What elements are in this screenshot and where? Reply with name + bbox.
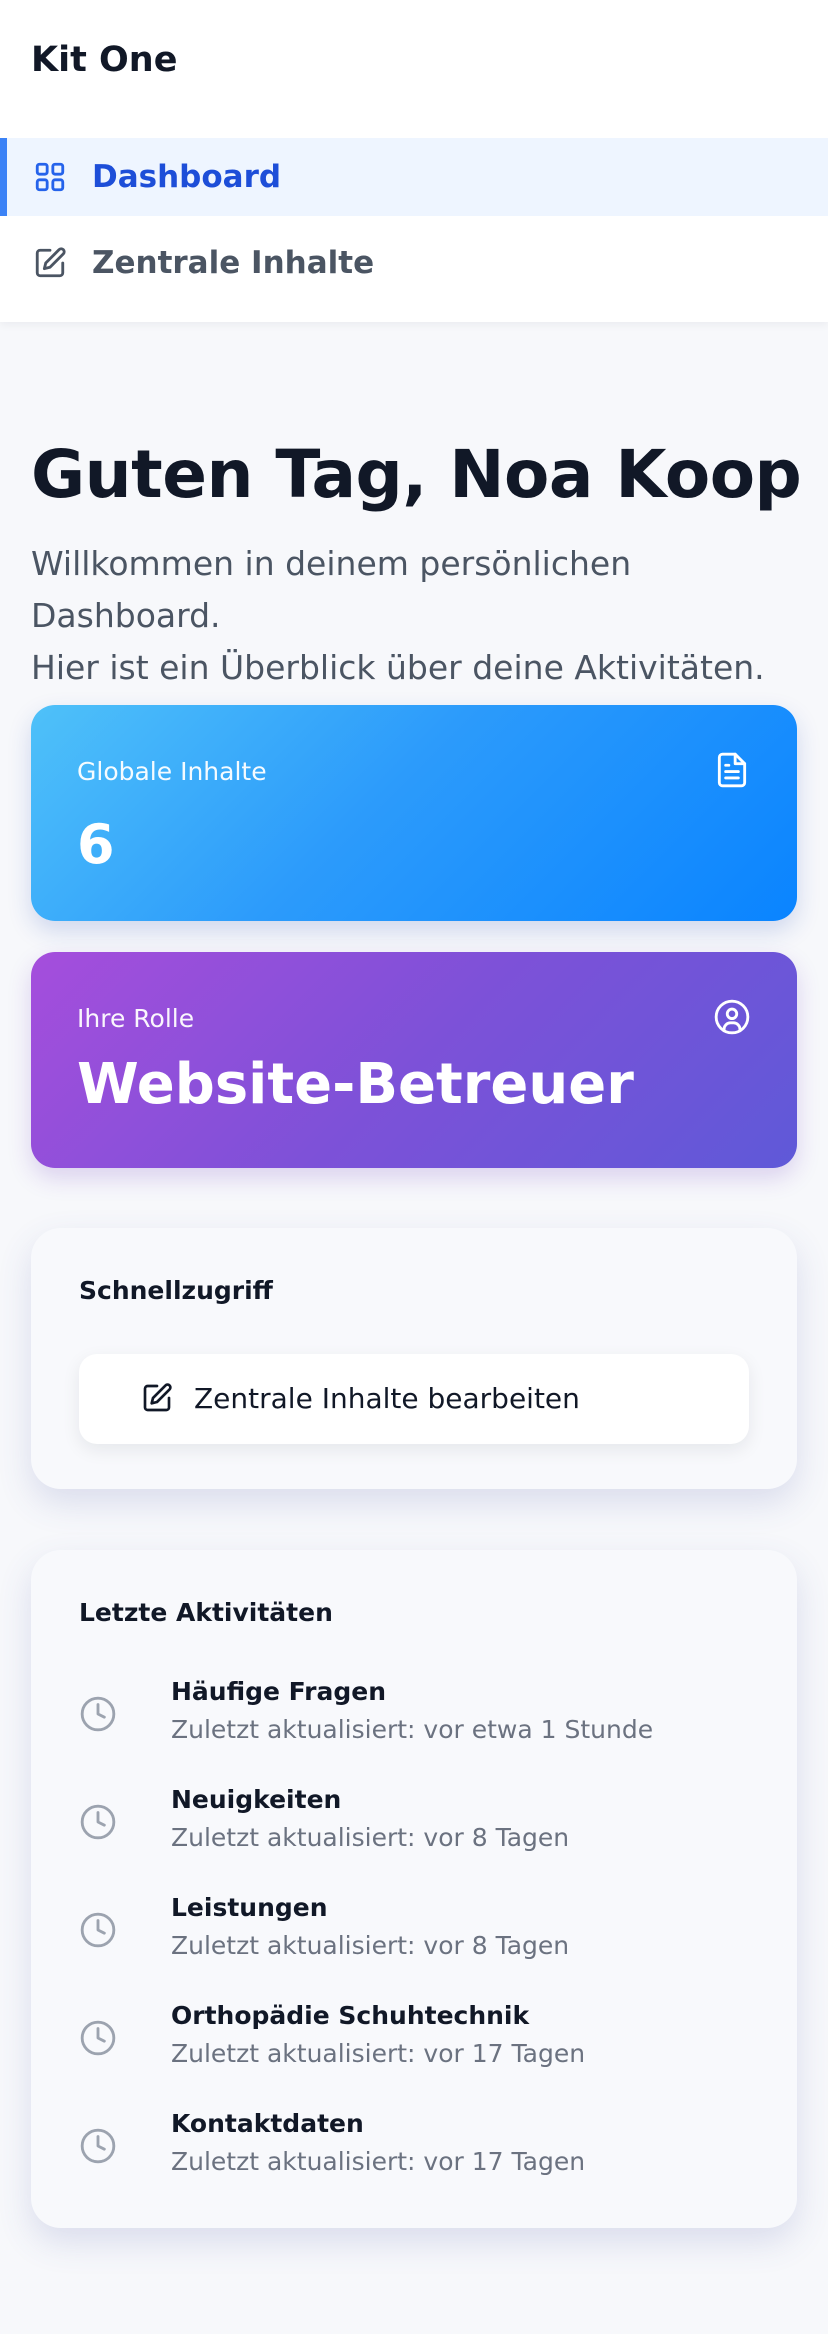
nav-item-label: Dashboard <box>92 159 282 195</box>
panel-title: Letzte Aktivitäten <box>79 1598 333 1627</box>
activity-name: Neuigkeiten <box>171 1785 342 1814</box>
activity-meta: Zuletzt aktualisiert: vor 17 Tagen <box>171 2039 586 2068</box>
activity-item: Neuigkeiten Zuletzt aktualisiert: vor 8 … <box>79 1785 749 1869</box>
activity-item: Kontaktdaten Zuletzt aktualisiert: vor 1… <box>79 2109 749 2193</box>
clock-icon <box>80 2020 116 2056</box>
clock-icon <box>80 2128 116 2164</box>
activity-meta: Zuletzt aktualisiert: vor 8 Tagen <box>171 1931 570 1960</box>
subtitle-line: Hier ist ein Überblick über deine Aktivi… <box>31 648 765 687</box>
edit-icon <box>143 1383 172 1412</box>
activity-name: Leistungen <box>171 1893 328 1922</box>
activity-item: Leistungen Zuletzt aktualisiert: vor 8 T… <box>79 1893 749 1977</box>
clock-icon <box>80 1912 116 1948</box>
activity-meta: Zuletzt aktualisiert: vor 17 Tagen <box>171 2147 586 2176</box>
global-content-card: Globale Inhalte 6 <box>31 705 797 921</box>
activity-meta: Zuletzt aktualisiert: vor 8 Tagen <box>171 1823 570 1852</box>
stat-label: Globale Inhalte <box>77 757 267 786</box>
document-icon <box>717 752 747 788</box>
activity-item: Orthopädie Schuhtechnik Zuletzt aktualis… <box>79 2001 749 2085</box>
stat-label: Ihre Rolle <box>77 1004 195 1033</box>
activity-name: Kontaktdaten <box>171 2109 364 2138</box>
activity-name: Häufige Fragen <box>171 1677 387 1706</box>
recent-activity-panel: Letzte Aktivitäten Häufige Fragen Zuletz… <box>31 1550 797 2228</box>
nav-item-zentrale-inhalte[interactable]: Zentrale Inhalte <box>0 224 828 302</box>
button-label: Zentrale Inhalte bearbeiten <box>194 1382 580 1415</box>
page-subtitle: Willkommen in deinem persönlichen Dashbo… <box>31 538 811 694</box>
quick-access-panel: Schnellzugriff Zentrale Inhalte bearbeit… <box>31 1228 797 1489</box>
edit-icon <box>35 247 66 278</box>
activity-name: Orthopädie Schuhtechnik <box>171 2001 530 2030</box>
subtitle-line: Willkommen in deinem persönlichen Dashbo… <box>31 544 632 635</box>
user-circle-icon <box>714 999 750 1035</box>
edit-central-content-button[interactable]: Zentrale Inhalte bearbeiten <box>79 1354 749 1444</box>
activity-item: Häufige Fragen Zuletzt aktualisiert: vor… <box>79 1677 749 1761</box>
app-title: Kit One <box>31 40 178 80</box>
stat-value: 6 <box>77 813 115 876</box>
nav-item-dashboard[interactable]: Dashboard <box>0 138 828 216</box>
role-card: Ihre Rolle Website-Betreuer <box>31 952 797 1168</box>
page-title: Guten Tag, Noa Koop <box>31 436 802 513</box>
grid-icon <box>35 162 65 192</box>
clock-icon <box>80 1804 116 1840</box>
activity-meta: Zuletzt aktualisiert: vor etwa 1 Stunde <box>171 1715 654 1744</box>
panel-title: Schnellzugriff <box>79 1276 273 1305</box>
top-navigation: Kit One Dashboard Zentrale Inhalte <box>0 0 828 322</box>
nav-item-label: Zentrale Inhalte <box>92 245 375 281</box>
clock-icon <box>80 1696 116 1732</box>
stat-value: Website-Betreuer <box>77 1052 634 1117</box>
